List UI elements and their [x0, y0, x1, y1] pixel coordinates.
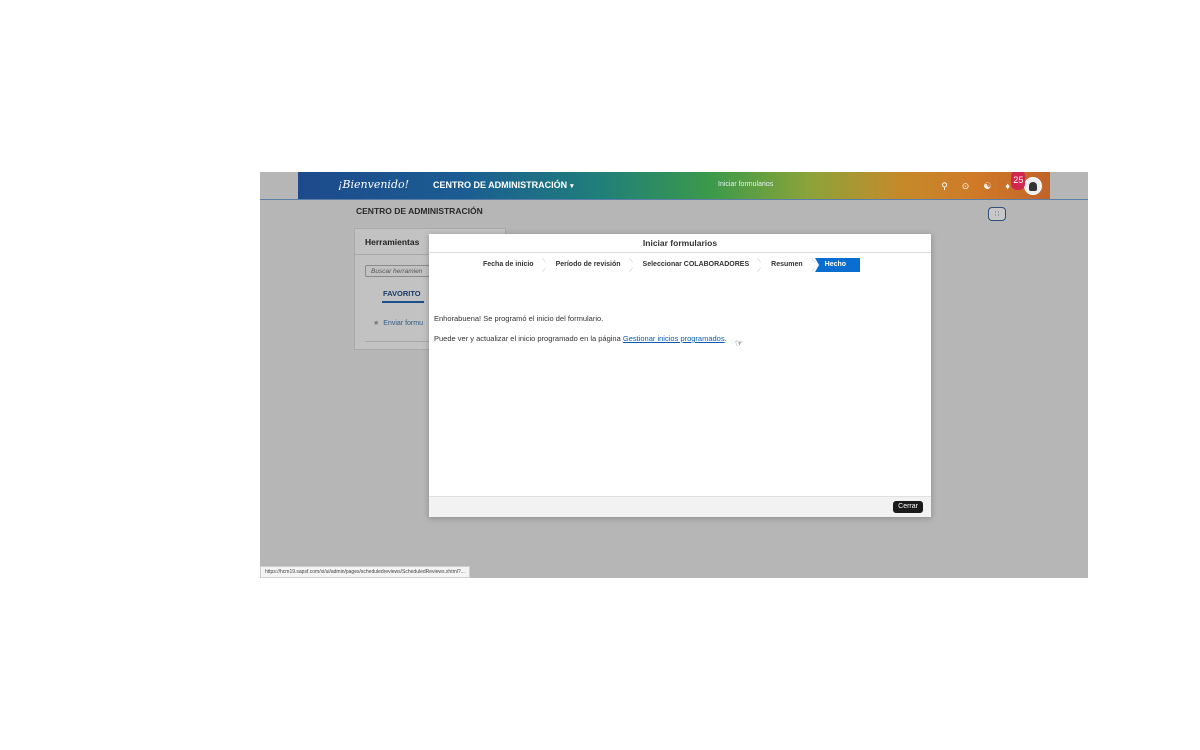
app-screen: ¡Bienvenido! CENTRO DE ADMINISTRACIÓN ▾ I…	[260, 172, 1088, 578]
info-message-text: Puede ver y actualizar el inicio program…	[434, 334, 623, 343]
user-silhouette-icon	[1029, 181, 1037, 191]
admin-center-menu-label: CENTRO DE ADMINISTRACIÓN	[433, 180, 568, 190]
page-title: CENTRO DE ADMINISTRACIÓN	[356, 206, 483, 216]
success-message: Enhorabuena! Se programó el inicio del f…	[434, 314, 604, 323]
info-message: Puede ver y actualizar el inicio program…	[434, 334, 727, 343]
launch-forms-dialog: Iniciar formularios Fecha de inicio Perí…	[429, 234, 931, 517]
manage-scheduled-launches-link[interactable]: Gestionar inicios programados	[623, 334, 725, 343]
bell-icon[interactable]: ♦ 25	[1005, 172, 1026, 196]
step-select-employees[interactable]: Seleccionar COLABORADORES	[632, 258, 763, 272]
close-button[interactable]: Cerrar	[893, 501, 923, 513]
shell-bar: ¡Bienvenido! CENTRO DE ADMINISTRACIÓN ▾ I…	[298, 172, 1050, 200]
hand-cursor-icon: ☞	[735, 338, 744, 348]
wizard-steps: Fecha de inicio Período de revisión Sele…	[473, 258, 861, 272]
favorite-item-label: Enviar formu	[383, 320, 423, 327]
step-start-date[interactable]: Fecha de inicio	[473, 258, 548, 272]
step-summary[interactable]: Resumen	[761, 258, 817, 272]
favorite-item[interactable]: ★ Enviar formu	[373, 319, 423, 327]
admin-center-menu[interactable]: CENTRO DE ADMINISTRACIÓN ▾	[433, 180, 574, 190]
shell-divider	[260, 199, 1088, 200]
status-bar-url: https://hcm19.sapsf.com/xi/ui/admin/page…	[260, 566, 470, 578]
help-icon[interactable]: ☯	[983, 176, 991, 196]
tab-active-indicator	[382, 301, 424, 303]
dialog-footer: Cerrar	[429, 496, 931, 517]
dialog-title: Iniciar formularios	[429, 234, 931, 253]
grid-menu-button[interactable]: ∷	[988, 207, 1006, 221]
shell-center-title: Iniciar formularios	[718, 181, 774, 188]
search-icon[interactable]: ⚲	[941, 176, 948, 196]
welcome-logo[interactable]: ¡Bienvenido!	[338, 178, 409, 191]
grid-icon: ∷	[994, 211, 1000, 218]
star-icon: ★	[373, 320, 380, 327]
shell-actions: ⚲ ⊙ ☯ ♦ 25	[941, 172, 1042, 196]
step-review-period[interactable]: Período de revisión	[545, 258, 635, 272]
chevron-down-icon: ▾	[570, 183, 574, 190]
tab-favorite[interactable]: FAVORITO	[383, 289, 421, 298]
step-done[interactable]: Hecho	[814, 258, 861, 272]
tools-panel-title: Herramientas	[365, 237, 420, 247]
notification-badge: 25	[1011, 172, 1026, 190]
check-circle-icon[interactable]: ⊙	[962, 176, 970, 196]
avatar[interactable]	[1024, 177, 1042, 195]
info-message-suffix: .	[724, 334, 727, 343]
